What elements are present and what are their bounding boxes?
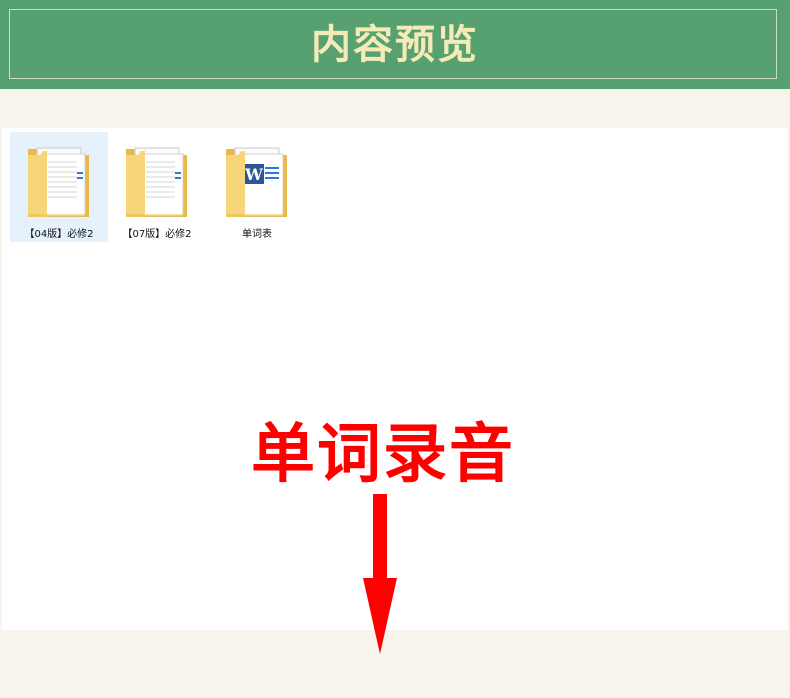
svg-text:W: W <box>244 165 264 184</box>
page-header: 内容预览 <box>0 0 790 89</box>
page-title: 内容预览 <box>311 21 479 68</box>
down-arrow-icon <box>363 494 397 654</box>
word-recording-heading: 单词录音 <box>251 418 515 492</box>
file-item-07-edition-folder[interactable]: 【07版】必修2 <box>108 132 206 242</box>
file-label: 【07版】必修2 <box>122 229 192 240</box>
file-label: 【04版】必修2 <box>24 229 94 240</box>
file-label: 单词表 <box>242 229 272 240</box>
word-document-icon: W <box>226 147 287 217</box>
file-item-04-edition-folder[interactable]: 【04版】必修2 <box>10 132 108 242</box>
folder-icon <box>28 147 89 217</box>
folder-icon <box>126 147 187 217</box>
file-item-word-list-document[interactable]: W 单词表 <box>208 132 306 242</box>
